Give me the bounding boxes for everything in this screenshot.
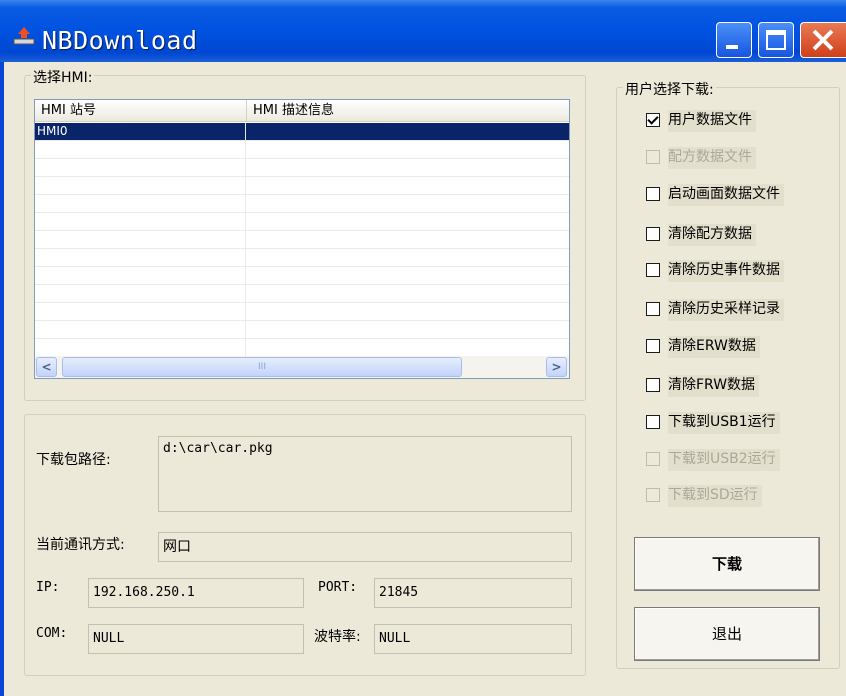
table-row-empty xyxy=(35,177,569,195)
checkbox[interactable] xyxy=(646,415,660,429)
comm-mode-label: 当前通讯方式: xyxy=(36,537,125,553)
com-field: NULL xyxy=(88,624,304,654)
download-button[interactable]: 下载 xyxy=(634,537,820,591)
option-label: 用户数据文件 xyxy=(668,110,756,132)
table-row-empty xyxy=(35,195,569,213)
table-row-empty xyxy=(35,339,569,357)
close-button[interactable] xyxy=(800,22,846,58)
option-label: 清除配方数据 xyxy=(668,224,756,246)
option-label: 下载到USB2运行 xyxy=(668,449,780,471)
table-row-empty xyxy=(35,159,569,177)
path-field[interactable]: d:\car\car.pkg xyxy=(158,436,572,512)
minimize-button[interactable] xyxy=(716,22,752,58)
checkbox[interactable] xyxy=(646,263,660,277)
table-row-empty xyxy=(35,231,569,249)
checkbox[interactable] xyxy=(646,302,660,316)
option-label: 清除ERW数据 xyxy=(668,336,760,358)
baud-field: NULL xyxy=(374,624,572,654)
table-row-empty xyxy=(35,267,569,285)
cell-station: HMI0 xyxy=(35,123,246,141)
title-bar[interactable]: NBDownload xyxy=(0,0,846,62)
list-header: HMI 站号 HMI 描述信息 xyxy=(35,100,569,122)
app-window: NBDownload 选择HMI: HMI 站号 HMI 描述信息 HMI0 <… xyxy=(0,0,846,696)
table-row-empty xyxy=(35,285,569,303)
window-title: NBDownload xyxy=(42,26,198,55)
scroll-right-button[interactable]: > xyxy=(546,357,567,377)
table-row[interactable]: HMI0 xyxy=(35,123,569,141)
port-label: PORT: xyxy=(318,580,358,595)
close-icon xyxy=(812,29,834,51)
checkbox[interactable] xyxy=(646,339,660,353)
path-label: 下载包路径: xyxy=(36,452,111,468)
scroll-left-button[interactable]: < xyxy=(36,357,57,377)
table-row-empty xyxy=(35,303,569,321)
minimize-icon xyxy=(726,45,738,49)
checkbox xyxy=(646,452,660,466)
table-row-empty xyxy=(35,249,569,267)
option-label: 下载到USB1运行 xyxy=(668,412,780,434)
com-label: COM: xyxy=(36,626,68,641)
option-label: 清除历史事件数据 xyxy=(668,260,784,282)
download-app-icon xyxy=(13,27,35,45)
checkbox-checked[interactable] xyxy=(646,113,660,127)
horizontal-scrollbar[interactable]: < III > xyxy=(35,356,569,378)
scroll-thumb[interactable]: III xyxy=(62,357,462,377)
exit-button[interactable]: 退出 xyxy=(634,607,820,661)
table-row-empty xyxy=(35,213,569,231)
option-label: 启动画面数据文件 xyxy=(668,184,784,206)
comm-mode-field: 网口 xyxy=(158,532,572,562)
hmi-list[interactable]: HMI 站号 HMI 描述信息 HMI0 < III > xyxy=(34,99,570,379)
option-label: 下载到SD运行 xyxy=(668,485,762,507)
column-header-station[interactable]: HMI 站号 xyxy=(35,100,247,122)
checkbox[interactable] xyxy=(646,227,660,241)
maximize-button[interactable] xyxy=(758,22,794,58)
checkbox[interactable] xyxy=(646,187,660,201)
port-field: 21845 xyxy=(374,578,572,608)
checkbox xyxy=(646,488,660,502)
option-label: 清除FRW数据 xyxy=(668,375,760,397)
option-label: 配方数据文件 xyxy=(668,147,756,169)
ip-label: IP: xyxy=(36,580,60,595)
checkbox xyxy=(646,150,660,164)
table-row-empty xyxy=(35,321,569,339)
options-group-title: 用户选择下载: xyxy=(623,79,716,99)
table-row-empty xyxy=(35,141,569,159)
ip-field: 192.168.250.1 xyxy=(88,578,304,608)
checkbox[interactable] xyxy=(646,378,660,392)
option-label: 清除历史采样记录 xyxy=(668,299,784,321)
column-header-description[interactable]: HMI 描述信息 xyxy=(247,100,569,122)
hmi-group-title: 选择HMI: xyxy=(31,67,95,87)
baud-label: 波特率: xyxy=(314,629,361,645)
maximize-icon xyxy=(766,30,786,50)
